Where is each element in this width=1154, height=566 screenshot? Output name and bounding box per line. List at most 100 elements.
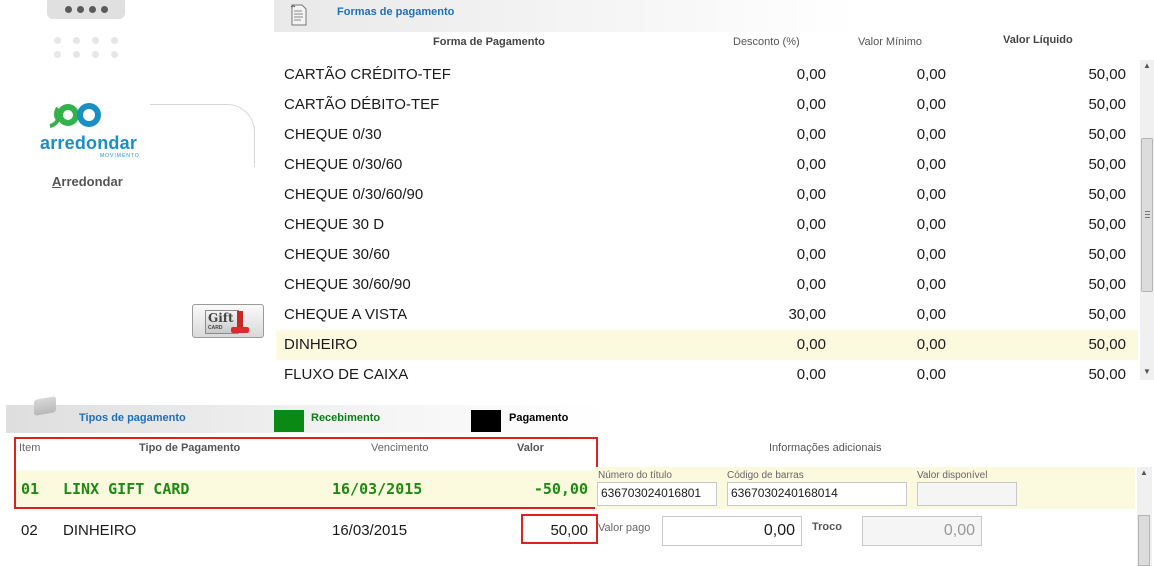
scroll-grip-icon (1145, 211, 1150, 212)
info-scrollbar[interactable]: ▲ (1137, 467, 1152, 566)
forma-liquido: 50,00 (1088, 246, 1126, 263)
forma-row[interactable]: CHEQUE 0/30/60 0,00 0,00 50,00 (276, 150, 1138, 180)
forma-desconto: 0,00 (796, 336, 826, 353)
pagamento-label: Pagamento (509, 412, 569, 424)
payment-item-vencimento: 16/03/2015 (332, 522, 408, 539)
forma-liquido: 50,00 (1088, 306, 1126, 323)
recebimento-swatch (274, 410, 304, 432)
forma-liquido: 50,00 (1088, 126, 1126, 143)
forma-liquido: 50,00 (1088, 336, 1126, 353)
forma-name: CARTÃO CRÉDITO-TEF (284, 66, 451, 83)
forma-minimo: 0,00 (916, 96, 946, 113)
panel-divider (150, 104, 255, 167)
gift-card-button[interactable]: Gift CARD (192, 304, 264, 338)
scroll-thumb[interactable] (1138, 515, 1150, 566)
arredondar-logo-text: arredondar (40, 133, 138, 153)
formas-list: CARTÃO CRÉDITO-TEF 0,00 0,00 50,00 CARTÃ… (276, 60, 1138, 380)
forma-desconto: 0,00 (796, 126, 826, 143)
recebimento-label: Recebimento (311, 412, 381, 424)
payment-item-tipo: DINHEIRO (63, 522, 137, 539)
formas-scrollbar[interactable]: ▲ ▼ (1140, 60, 1154, 380)
forma-name: CHEQUE 30 D (284, 216, 385, 233)
forma-row[interactable]: CHEQUE 30/60/90 0,00 0,00 50,00 (276, 270, 1138, 300)
forma-row[interactable]: FLUXO DE CAIXA 0,00 0,00 50,00 (276, 360, 1138, 380)
document-icon (290, 4, 307, 26)
forma-name: FLUXO DE CAIXA (284, 366, 409, 380)
valor-pago-input[interactable]: 0,00 (662, 516, 802, 546)
forma-minimo: 0,00 (916, 336, 946, 353)
forma-minimo: 0,00 (916, 246, 946, 263)
forma-minimo: 0,00 (916, 156, 946, 173)
forma-name: DINHEIRO (284, 336, 358, 353)
forma-name: CHEQUE 30/60/90 (284, 276, 411, 293)
forma-name: CHEQUE 0/30/60 (284, 156, 403, 173)
gift-ribbon-icon (237, 311, 243, 327)
forma-row[interactable]: CHEQUE 0/30/60/90 0,00 0,00 50,00 (276, 180, 1138, 210)
forma-row[interactable]: CHEQUE 0/30 0,00 0,00 50,00 (276, 120, 1138, 150)
col-header-desconto: Desconto (%) (733, 36, 800, 48)
arredondar-button[interactable]: Arredondar (52, 174, 123, 189)
highlight-box-valor (521, 514, 598, 544)
forma-liquido: 50,00 (1088, 216, 1126, 233)
payment-item-row[interactable]: 02 DINHEIRO 16/03/2015 50,00 (14, 512, 598, 550)
payment-item-number: 02 (21, 522, 38, 539)
forma-minimo: 0,00 (916, 216, 946, 233)
valor-pago-label: Valor pago (598, 522, 651, 534)
keypad-dots-icon (48, 27, 124, 67)
forma-desconto: 30,00 (788, 306, 826, 323)
forma-minimo: 0,00 (916, 126, 946, 143)
codigo-barras-label: Código de barras (727, 470, 804, 481)
forma-liquido: 50,00 (1088, 66, 1126, 83)
arredondar-logo-subtext: MOVIMENTO (100, 153, 140, 159)
forma-minimo: 0,00 (916, 306, 946, 323)
forma-liquido: 50,00 (1088, 186, 1126, 203)
forma-row-selected[interactable]: DINHEIRO 0,00 0,00 50,00 (276, 330, 1138, 360)
forma-minimo: 0,00 (916, 66, 946, 83)
forma-row[interactable]: CHEQUE 30/60 0,00 0,00 50,00 (276, 240, 1138, 270)
forma-name: CHEQUE 0/30/60/90 (284, 186, 424, 203)
col-header-forma: Forma de Pagamento (433, 36, 545, 48)
forma-desconto: 0,00 (796, 96, 826, 113)
forma-row[interactable]: CARTÃO DÉBITO-TEF 0,00 0,00 50,00 (276, 90, 1138, 120)
numero-titulo-field[interactable]: 636703024016801 (597, 482, 717, 506)
forma-liquido: 50,00 (1088, 156, 1126, 173)
valor-disponivel-field[interactable] (917, 482, 1017, 506)
forma-minimo: 0,00 (916, 186, 946, 203)
info-adicionais-title: Informações adicionais (769, 442, 882, 454)
forma-minimo: 0,00 (916, 366, 946, 380)
col-header-valor-liquido: Valor Líquido (1003, 34, 1073, 46)
scroll-up-arrow-icon[interactable]: ▲ (1140, 60, 1154, 72)
forma-desconto: 0,00 (796, 216, 826, 233)
forma-row[interactable]: CHEQUE A VISTA 30,00 0,00 50,00 (276, 300, 1138, 330)
forma-row[interactable]: CARTÃO CRÉDITO-TEF 0,00 0,00 50,00 (276, 60, 1138, 90)
keypad-button-top[interactable] (47, 0, 125, 19)
scroll-up-arrow-icon[interactable]: ▲ (1137, 467, 1151, 479)
valor-disponivel-label: Valor disponível (917, 470, 988, 481)
troco-field: 0,00 (862, 516, 982, 546)
highlight-box-gift-card (14, 437, 598, 509)
pagamento-swatch (471, 410, 501, 432)
forma-desconto: 0,00 (796, 186, 826, 203)
gift-ribbon-base-icon (231, 327, 249, 333)
forma-desconto: 0,00 (796, 156, 826, 173)
forma-row[interactable]: CHEQUE 30 D 0,00 0,00 50,00 (276, 210, 1138, 240)
forma-liquido: 50,00 (1088, 276, 1126, 293)
forma-desconto: 0,00 (796, 66, 826, 83)
gift-card-icon-text: Gift (208, 311, 234, 325)
forma-liquido: 50,00 (1088, 366, 1126, 380)
forma-minimo: 0,00 (916, 276, 946, 293)
scroll-down-arrow-icon[interactable]: ▼ (1140, 366, 1154, 378)
troco-label: Troco (812, 521, 842, 533)
arredondar-accesskey: A (52, 174, 62, 189)
forma-name: CHEQUE A VISTA (284, 306, 408, 323)
forma-desconto: 0,00 (796, 246, 826, 263)
arredondar-label: rredondar (61, 174, 123, 189)
forma-desconto: 0,00 (796, 366, 826, 380)
scroll-thumb[interactable] (1141, 138, 1153, 292)
numero-titulo-label: Número do título (598, 470, 672, 481)
forma-liquido: 50,00 (1088, 96, 1126, 113)
tab-tipos-de-pagamento[interactable]: Tipos de pagamento (79, 412, 186, 424)
formas-title: Formas de pagamento (337, 6, 455, 18)
forma-name: CARTÃO DÉBITO-TEF (284, 96, 440, 113)
codigo-barras-field[interactable]: 6367030240168014 (727, 482, 907, 506)
